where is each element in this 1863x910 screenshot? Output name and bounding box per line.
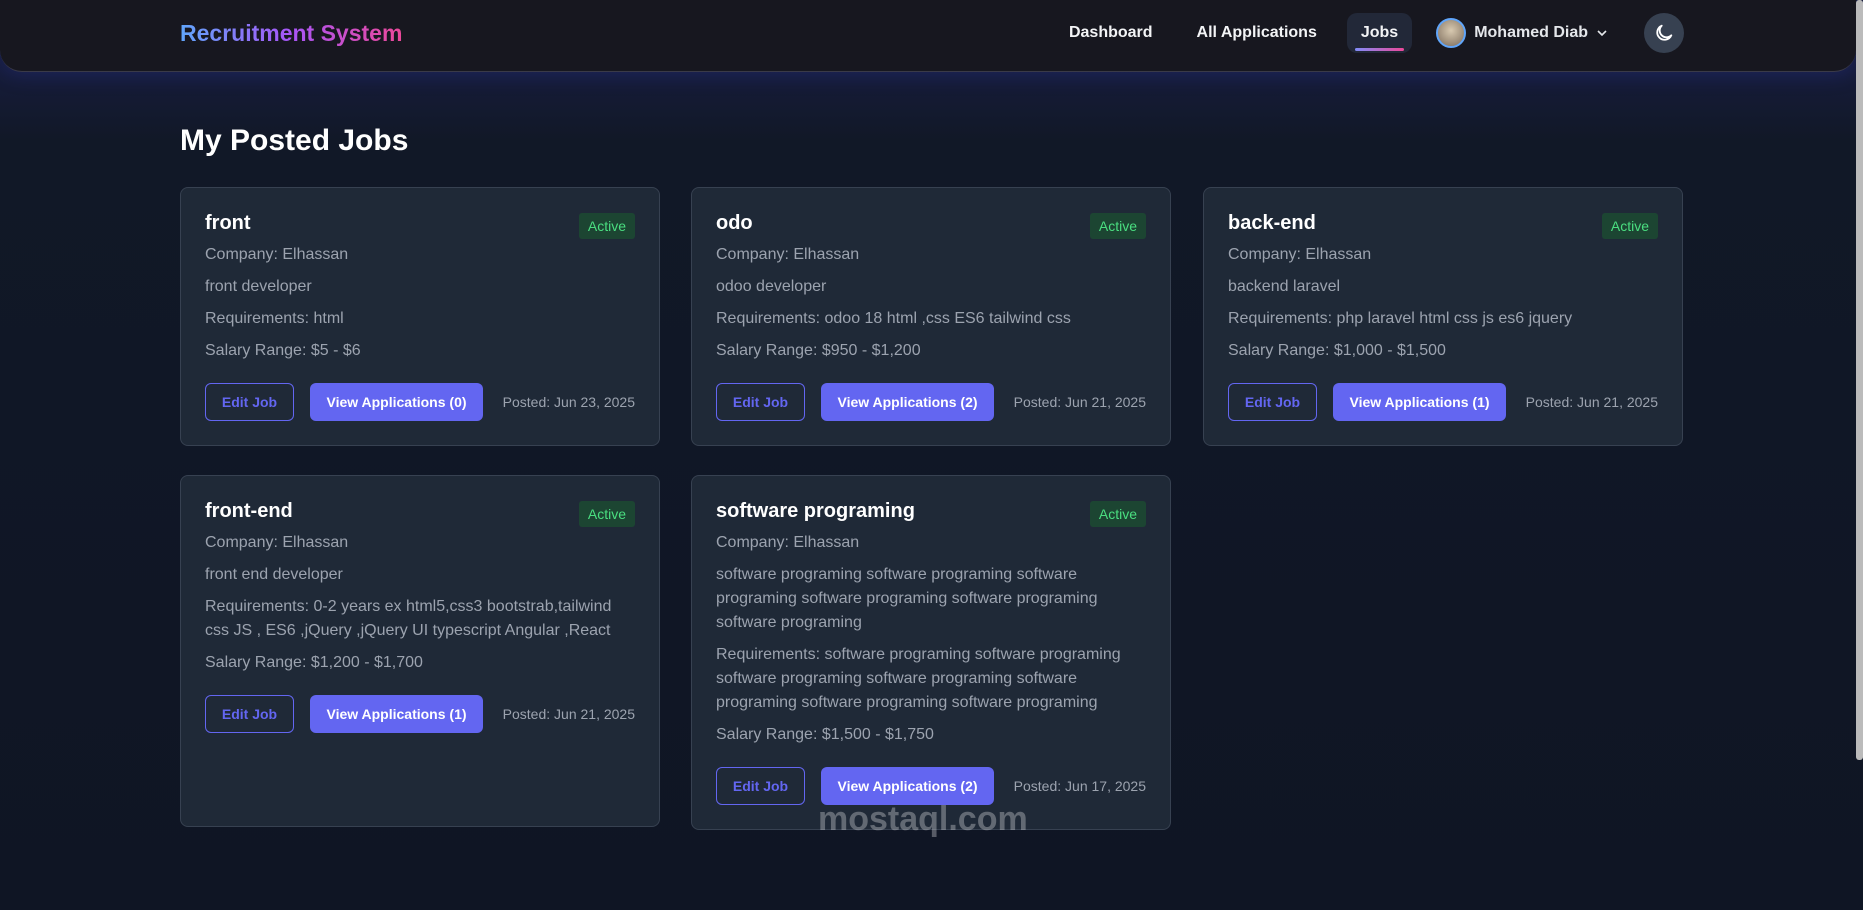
job-card: odo Active Company: Elhassan odoo develo… xyxy=(691,187,1171,446)
edit-job-button[interactable]: Edit Job xyxy=(205,695,294,733)
job-requirements: Requirements: software programing softwa… xyxy=(716,646,1121,711)
navbar: Recruitment System Dashboard All Applica… xyxy=(0,0,1856,72)
edit-job-button[interactable]: Edit Job xyxy=(716,383,805,421)
moon-icon xyxy=(1656,24,1673,41)
job-title: software programing xyxy=(716,500,915,522)
job-card: front Active Company: Elhassan front dev… xyxy=(180,187,660,446)
chevron-down-icon xyxy=(1597,30,1607,37)
job-description: backend laravel xyxy=(1228,278,1341,295)
nav-all-applications[interactable]: All Applications xyxy=(1175,13,1339,53)
job-salary: Salary Range: $1,200 - $1,700 xyxy=(205,654,423,671)
job-company: Company: Elhassan xyxy=(716,246,860,263)
view-applications-button[interactable]: View Applications (1) xyxy=(310,695,483,733)
nav-dashboard[interactable]: Dashboard xyxy=(1047,13,1175,53)
job-title: odo xyxy=(716,212,753,234)
edit-job-button[interactable]: Edit Job xyxy=(205,383,294,421)
theme-toggle-button[interactable] xyxy=(1644,13,1684,53)
job-title: front xyxy=(205,212,251,234)
job-description: software programing software programing … xyxy=(716,566,1098,631)
job-company: Company: Elhassan xyxy=(205,246,349,263)
job-salary: Salary Range: $1,500 - $1,750 xyxy=(716,726,934,743)
user-menu[interactable]: Mohamed Diab xyxy=(1436,18,1608,48)
posted-date: Posted: Jun 21, 2025 xyxy=(1525,394,1658,410)
job-salary: Salary Range: $5 - $6 xyxy=(205,342,361,359)
job-description: front developer xyxy=(205,278,312,295)
status-badge: Active xyxy=(578,213,635,239)
job-company: Company: Elhassan xyxy=(716,534,860,551)
avatar xyxy=(1436,18,1467,48)
posted-date: Posted: Jun 17, 2025 xyxy=(1013,778,1146,794)
job-company: Company: Elhassan xyxy=(205,534,349,551)
user-name: Mohamed Diab xyxy=(1474,24,1588,41)
job-card: back-end Active Company: Elhassan backen… xyxy=(1203,187,1683,446)
status-badge: Active xyxy=(578,501,635,527)
job-description: odoo developer xyxy=(716,278,827,295)
posted-date: Posted: Jun 21, 2025 xyxy=(502,706,635,722)
scrollbar[interactable] xyxy=(1856,0,1863,760)
view-applications-button[interactable]: View Applications (0) xyxy=(310,383,483,421)
status-badge: Active xyxy=(1089,213,1146,239)
job-salary: Salary Range: $1,000 - $1,500 xyxy=(1228,342,1446,359)
job-description: front end developer xyxy=(205,566,343,583)
watermark: mostaql.com xyxy=(818,800,1028,838)
job-card: front-end Active Company: Elhassan front… xyxy=(180,475,660,827)
posted-date: Posted: Jun 23, 2025 xyxy=(502,394,635,410)
status-badge: Active xyxy=(1601,213,1658,239)
job-title: back-end xyxy=(1228,212,1316,234)
page-title: My Posted Jobs xyxy=(180,124,409,157)
job-salary: Salary Range: $950 - $1,200 xyxy=(716,342,921,359)
view-applications-button[interactable]: View Applications (1) xyxy=(1333,383,1506,421)
job-requirements: Requirements: php laravel html css js es… xyxy=(1228,310,1573,327)
posted-date: Posted: Jun 21, 2025 xyxy=(1013,394,1146,410)
job-card: software programing Active Company: Elha… xyxy=(691,475,1171,830)
job-requirements: Requirements: 0-2 years ex html5,css3 bo… xyxy=(205,598,612,639)
status-badge: Active xyxy=(1089,501,1146,527)
edit-job-button[interactable]: Edit Job xyxy=(1228,383,1317,421)
job-company: Company: Elhassan xyxy=(1228,246,1372,263)
job-title: front-end xyxy=(205,500,293,522)
logo[interactable]: Recruitment System xyxy=(180,20,402,47)
job-requirements: Requirements: html xyxy=(205,310,344,327)
nav-jobs[interactable]: Jobs xyxy=(1346,13,1413,53)
view-applications-button[interactable]: View Applications (2) xyxy=(821,383,994,421)
job-requirements: Requirements: odoo 18 html ,css ES6 tail… xyxy=(716,310,1071,327)
edit-job-button[interactable]: Edit Job xyxy=(716,767,805,805)
